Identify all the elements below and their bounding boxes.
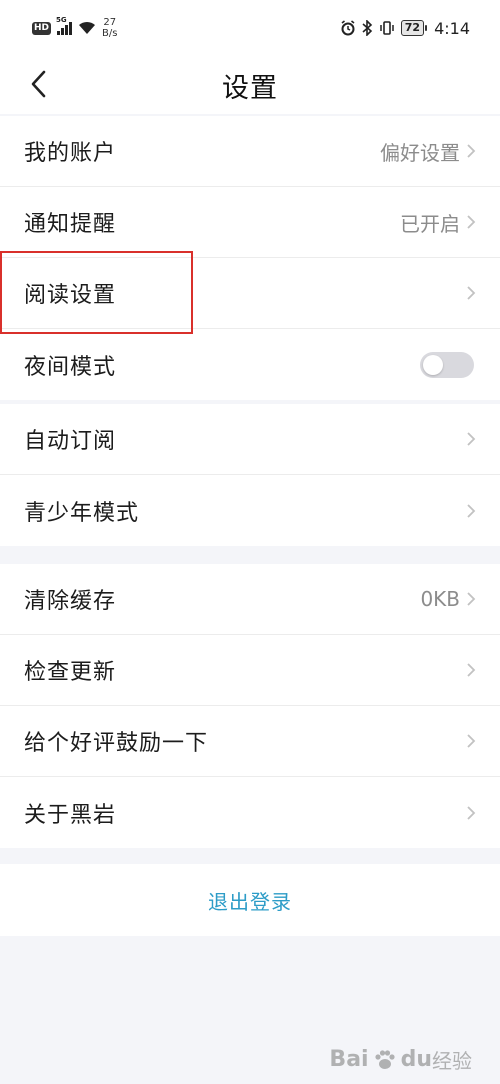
settings-group-misc: 清除缓存 0KB 检查更新 给个好评鼓励一下 关于黑岩 <box>0 564 500 848</box>
nav-header: 设置 <box>0 56 500 114</box>
row-youth-mode[interactable]: 青少年模式 <box>0 475 500 546</box>
chevron-right-icon <box>467 805 476 820</box>
row-clear-cache[interactable]: 清除缓存 0KB <box>0 564 500 635</box>
vibrate-icon <box>380 21 394 35</box>
bluetooth-icon <box>362 20 372 36</box>
chevron-right-icon <box>467 734 476 748</box>
row-label: 检查更新 <box>24 660 117 685</box>
row-value: 0KB <box>420 587 460 611</box>
chevron-right-icon <box>467 432 476 446</box>
status-bar: HD 5G 27 B/s 72 4:14 <box>0 0 500 56</box>
row-label: 青少年模式 <box>24 500 140 526</box>
row-label: 关于黑岩 <box>24 802 117 828</box>
row-label: 给个好评鼓励一下 <box>24 731 209 756</box>
settings-group-account: 我的账户 偏好设置 通知提醒 已开启 阅读设置 夜间模式 <box>0 116 500 400</box>
page-title: 设置 <box>222 72 278 104</box>
row-reading-settings[interactable]: 阅读设置 <box>0 258 500 329</box>
wifi-icon <box>79 21 96 34</box>
battery-indicator: 72 <box>400 20 428 36</box>
chevron-right-icon <box>467 286 476 300</box>
hd-badge: HD <box>32 21 52 35</box>
row-auto-subscribe[interactable]: 自动订阅 <box>0 404 500 475</box>
logout-section: 退出登录 <box>0 864 500 936</box>
row-label: 夜间模式 <box>24 354 117 380</box>
network-speed: 27 B/s <box>102 17 117 39</box>
signal-type: 5G <box>56 16 67 24</box>
row-label: 阅读设置 <box>24 283 117 308</box>
row-label: 通知提醒 <box>24 212 117 237</box>
watermark-text-right: du <box>400 1047 432 1072</box>
toggle-knob <box>423 354 443 375</box>
row-rate-app[interactable]: 给个好评鼓励一下 <box>0 706 500 777</box>
row-check-update[interactable]: 检查更新 <box>0 635 500 706</box>
network-speed-value: 27 <box>103 17 117 28</box>
settings-group-subscription: 自动订阅 青少年模式 <box>0 404 500 546</box>
cellular-signal-icon: 5G <box>56 16 73 35</box>
paw-logo-icon <box>374 1049 395 1069</box>
night-mode-toggle[interactable] <box>420 351 474 378</box>
chevron-right-icon <box>467 144 476 158</box>
back-button[interactable] <box>22 66 54 102</box>
chevron-right-icon <box>467 215 476 229</box>
row-value: 偏好设置 <box>380 140 460 165</box>
alarm-icon <box>341 20 355 36</box>
chevron-right-icon <box>467 592 476 606</box>
row-night-mode: 夜间模式 <box>0 329 500 400</box>
row-label: 我的账户 <box>24 141 117 166</box>
status-time: 4:14 <box>434 18 470 38</box>
status-bar-right: 72 4:14 <box>340 19 470 38</box>
network-speed-unit: B/s <box>102 28 118 39</box>
row-notifications[interactable]: 通知提醒 已开启 <box>0 187 500 258</box>
chevron-right-icon <box>467 503 476 518</box>
baidu-watermark: Bai du 经验 <box>329 1045 472 1074</box>
logout-button[interactable]: 退出登录 <box>208 886 292 915</box>
row-my-account[interactable]: 我的账户 偏好设置 <box>0 116 500 187</box>
status-bar-left: HD 5G 27 B/s <box>32 16 117 39</box>
row-about[interactable]: 关于黑岩 <box>0 777 500 848</box>
watermark-sub: 经验 <box>432 1049 472 1073</box>
watermark-text-left: Bai <box>329 1047 369 1072</box>
back-arrow-icon <box>31 70 46 98</box>
chevron-right-icon <box>467 663 476 677</box>
row-label: 清除缓存 <box>24 589 117 614</box>
row-label: 自动订阅 <box>24 429 117 454</box>
row-value: 已开启 <box>400 211 460 236</box>
